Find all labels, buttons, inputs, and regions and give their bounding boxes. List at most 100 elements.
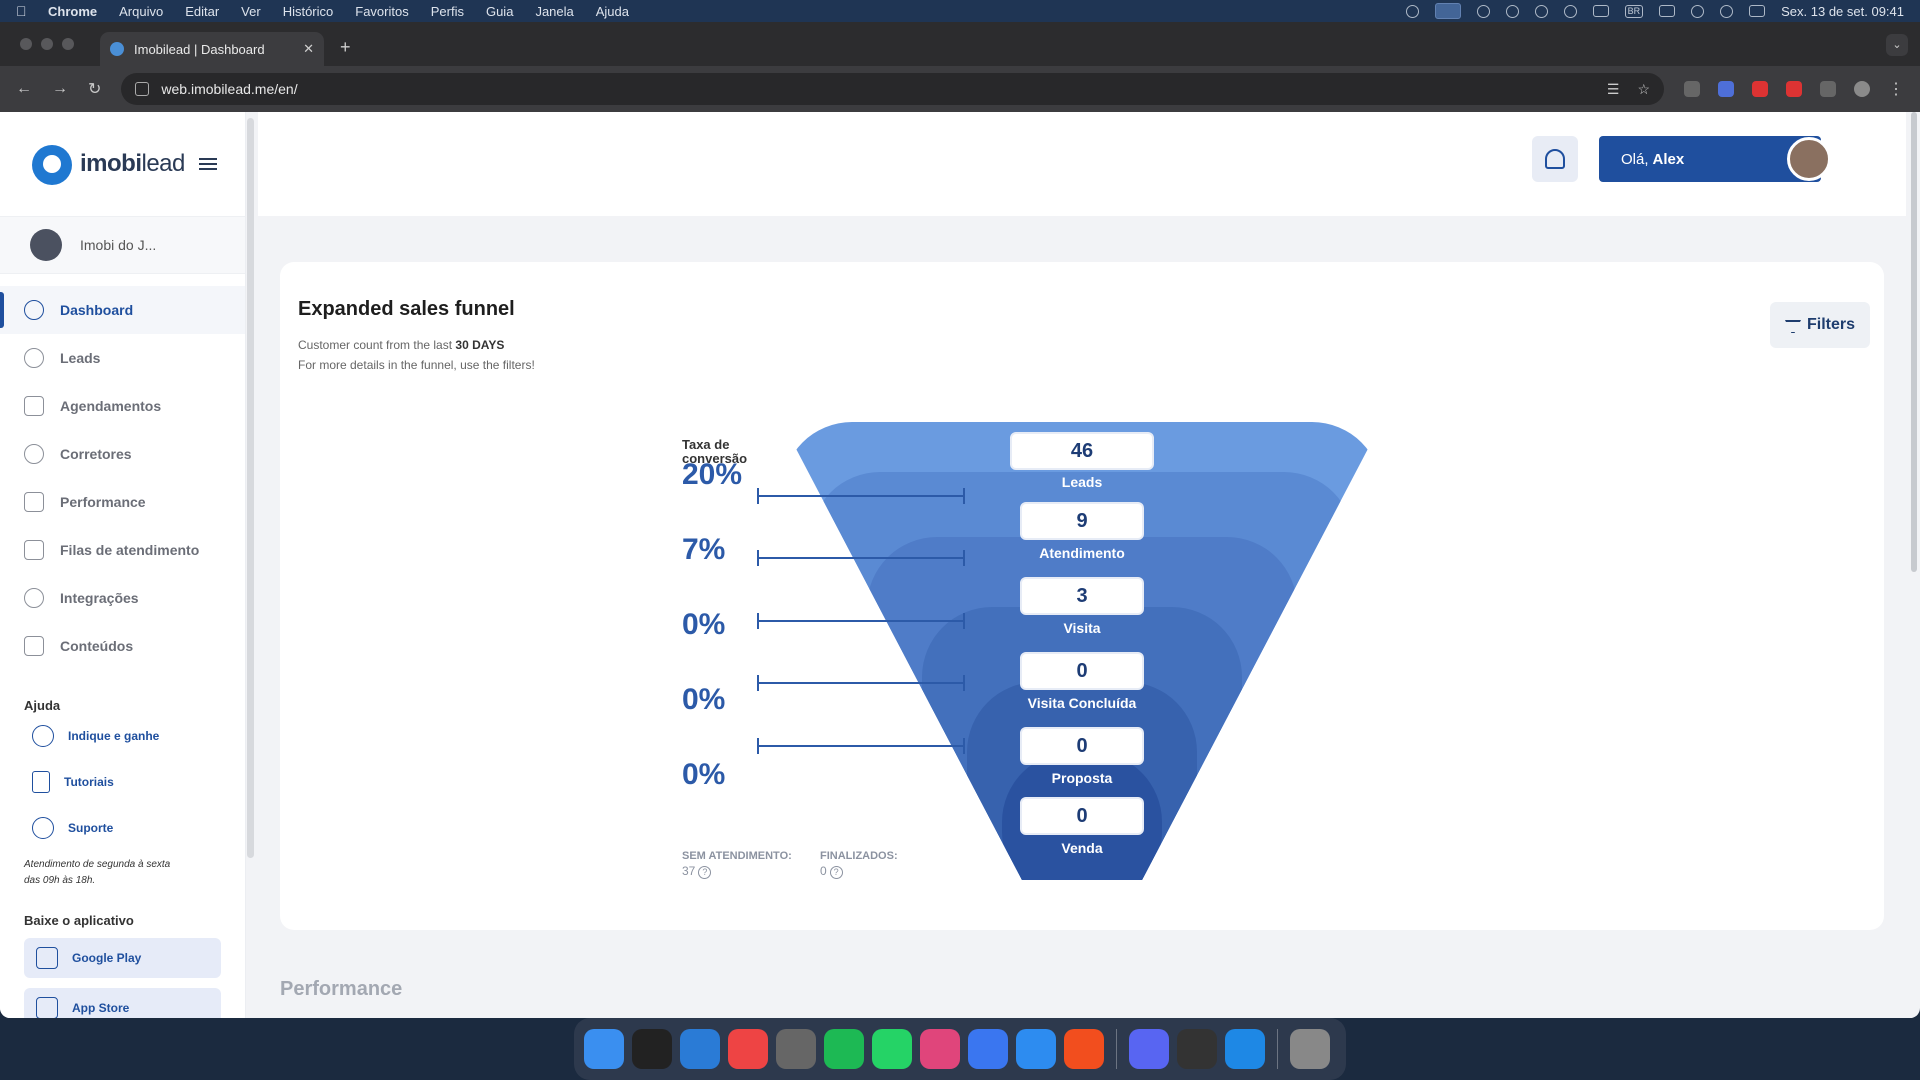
sidebar-item-leads[interactable]: Leads: [0, 334, 245, 382]
chrome-icon[interactable]: [728, 1029, 768, 1069]
menu-janela[interactable]: Janela: [535, 4, 573, 19]
extension-red-badge-icon[interactable]: [1752, 81, 1768, 97]
stage-count-venda[interactable]: 0: [1020, 797, 1144, 835]
sidebar-item-corretores[interactable]: Corretores: [0, 430, 245, 478]
help-item-tutoriais[interactable]: Tutoriais: [0, 759, 245, 805]
app-store-button[interactable]: App Store: [24, 988, 221, 1018]
menu-ajuda[interactable]: Ajuda: [596, 4, 629, 19]
sidebar-nav: Dashboard Leads Agendamentos Corretores …: [0, 274, 245, 670]
finder-icon[interactable]: [584, 1029, 624, 1069]
address-url[interactable]: web.imobilead.me/en/: [161, 81, 1588, 97]
sidebar-item-performance[interactable]: Performance: [0, 478, 245, 526]
menu-ver[interactable]: Ver: [241, 4, 261, 19]
tab-search-button[interactable]: ⌄: [1886, 34, 1908, 56]
apple-menu-icon[interactable]: : [16, 3, 30, 19]
close-window-button[interactable]: [20, 38, 32, 50]
stage-count-visita-concluida[interactable]: 0: [1020, 652, 1144, 690]
organization-switcher[interactable]: Imobi do J...: [0, 216, 245, 274]
menubar-clock[interactable]: Sex. 13 de set. 09:41: [1781, 4, 1904, 19]
notifications-button[interactable]: [1532, 136, 1578, 182]
new-tab-button[interactable]: +: [340, 37, 351, 58]
apple-icon: [36, 997, 58, 1018]
slack-icon[interactable]: [920, 1029, 960, 1069]
sidebar-item-conteudos[interactable]: Conteúdos: [0, 622, 245, 670]
menu-guia[interactable]: Guia: [486, 4, 513, 19]
reload-icon[interactable]: ↻: [88, 79, 101, 99]
stage-count-atendimento[interactable]: 9: [1020, 502, 1144, 540]
extension-red-icon[interactable]: [1786, 81, 1802, 97]
menu-perfis[interactable]: Perfis: [431, 4, 464, 19]
spotify-icon[interactable]: [824, 1029, 864, 1069]
obs-icon[interactable]: [1177, 1029, 1217, 1069]
help-question-icon[interactable]: ?: [829, 866, 843, 879]
app-logo[interactable]: imobilead: [0, 112, 245, 216]
control-center-icon[interactable]: [1749, 5, 1766, 17]
sidebar-item-dashboard[interactable]: Dashboard: [0, 286, 245, 334]
dock-separator: [1277, 1029, 1278, 1069]
battery-icon[interactable]: [1659, 5, 1676, 17]
sidebar-scrollbar[interactable]: [247, 118, 254, 858]
help-item-suporte[interactable]: Suporte: [0, 805, 245, 851]
appstore-icon[interactable]: [1016, 1029, 1056, 1069]
support-hours-note: Atendimento de segunda à sexta das 09h à…: [24, 859, 171, 886]
sidebar-item-filas[interactable]: Filas de atendimento: [0, 526, 245, 574]
extension-camera-icon[interactable]: [1684, 81, 1700, 97]
trash-icon[interactable]: [1290, 1029, 1330, 1069]
accessibility-icon[interactable]: [1505, 4, 1519, 18]
quicktime-icon[interactable]: [1225, 1029, 1265, 1069]
signal-icon[interactable]: [968, 1029, 1008, 1069]
wifi-icon[interactable]: [1691, 4, 1705, 18]
bookmark-star-icon[interactable]: ☆: [1637, 81, 1650, 98]
menu-chrome[interactable]: Chrome: [48, 4, 97, 19]
status-icon[interactable]: [1405, 4, 1419, 18]
translate-icon[interactable]: ☰: [1607, 81, 1620, 98]
terminal-icon[interactable]: [632, 1029, 672, 1069]
page-scrollbar[interactable]: [1910, 112, 1918, 1018]
menu-editar[interactable]: Editar: [185, 4, 219, 19]
extension-blue-icon[interactable]: [1718, 81, 1734, 97]
google-play-button[interactable]: Google Play: [24, 938, 221, 978]
bell-icon: [1545, 149, 1565, 169]
volume-icon[interactable]: [1592, 5, 1609, 17]
conversion-rate-5: 0%: [682, 758, 726, 791]
minimize-window-button[interactable]: [41, 38, 53, 50]
bluetooth-icon[interactable]: [1534, 4, 1548, 18]
zoom-window-button[interactable]: [62, 38, 74, 50]
stage-count-leads[interactable]: 46: [1010, 432, 1154, 470]
browser-tab-active[interactable]: Imobilead | Dashboard ✕: [100, 32, 324, 66]
stage-count-visita[interactable]: 3: [1020, 577, 1144, 615]
stage-label-atendimento: Atendimento: [1039, 545, 1125, 561]
extensions-puzzle-icon[interactable]: [1820, 81, 1836, 97]
close-tab-icon[interactable]: ✕: [303, 41, 314, 57]
site-info-icon[interactable]: [135, 82, 150, 96]
menu-arquivo[interactable]: Arquivo: [119, 4, 163, 19]
help-item-indique[interactable]: Indique e ganhe: [0, 713, 245, 759]
focus-moon-icon[interactable]: [1563, 4, 1577, 18]
back-icon[interactable]: ←: [16, 80, 32, 98]
conversion-rate-2: 7%: [682, 533, 726, 566]
menu-historico[interactable]: Histórico: [283, 4, 334, 19]
hamburger-menu-icon[interactable]: [198, 155, 217, 173]
forward-icon[interactable]: →: [52, 80, 68, 98]
stage-label-visita: Visita: [1063, 620, 1101, 636]
profile-avatar-icon[interactable]: [1854, 81, 1870, 97]
user-menu-button[interactable]: Olá, Alex: [1599, 136, 1831, 182]
whatsapp-icon[interactable]: [872, 1029, 912, 1069]
vpn-icon[interactable]: [1476, 4, 1490, 18]
macos-menubar:  Chrome Arquivo Editar Ver Histórico Fa…: [0, 0, 1920, 22]
chrome-menu-icon[interactable]: ⋮: [1888, 79, 1904, 99]
help-question-icon[interactable]: ?: [698, 866, 712, 879]
screen-share-icon[interactable]: [1434, 3, 1461, 19]
menu-favoritos[interactable]: Favoritos: [355, 4, 408, 19]
keyboard-layout-indicator[interactable]: BR: [1624, 4, 1644, 18]
sidebar-item-integracoes[interactable]: Integrações: [0, 574, 245, 622]
figma-icon[interactable]: [1064, 1029, 1104, 1069]
spotlight-icon[interactable]: [1720, 4, 1734, 18]
sidebar: imobilead Imobi do J... Dashboard Leads …: [0, 112, 254, 1018]
vscode-icon[interactable]: [680, 1029, 720, 1069]
sidebar-item-agendamentos[interactable]: Agendamentos: [0, 382, 245, 430]
stage-count-proposta[interactable]: 0: [1020, 727, 1144, 765]
discord-icon[interactable]: [1129, 1029, 1169, 1069]
calculator-icon[interactable]: [776, 1029, 816, 1069]
address-bar[interactable]: web.imobilead.me/en/ ☰ ☆: [121, 73, 1664, 105]
